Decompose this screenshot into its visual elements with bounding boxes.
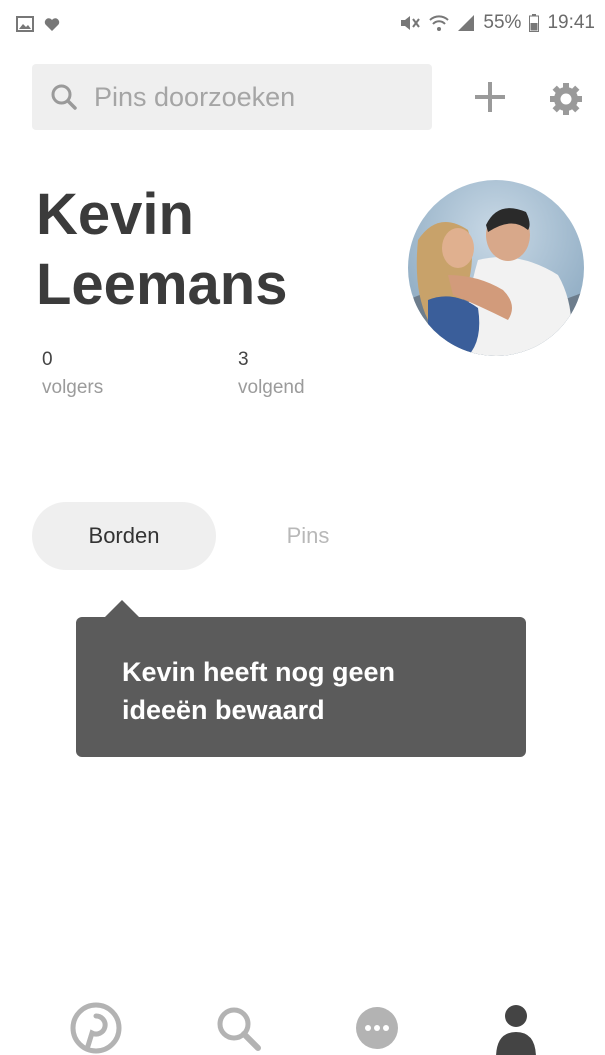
profile-screen: 55% 19:41 Pins doorzoeken Kevin Leemans … xyxy=(0,0,605,1055)
nav-profile[interactable] xyxy=(488,1002,544,1055)
following-label: volgend xyxy=(238,377,305,398)
battery-percent: 55% xyxy=(483,12,522,33)
gear-icon xyxy=(548,81,584,120)
wifi-icon xyxy=(429,14,450,32)
heart-notification-icon xyxy=(44,17,60,37)
gallery-notification-icon xyxy=(16,16,34,37)
profile-first-name: Kevin xyxy=(36,182,194,247)
nav-search[interactable] xyxy=(210,1002,266,1055)
search-icon xyxy=(212,1002,264,1055)
followers-label: volgers xyxy=(42,377,104,398)
messages-icon xyxy=(351,1002,403,1055)
tab-borden[interactable]: Borden xyxy=(32,502,216,570)
tooltip-line-1: Kevin heeft nog geen xyxy=(122,657,396,687)
tab-pins[interactable]: Pins xyxy=(216,502,400,570)
empty-state-tooltip[interactable]: Kevin heeft nog geen ideeën bewaard xyxy=(76,617,526,757)
pinterest-icon xyxy=(70,1002,122,1055)
status-left-icons xyxy=(16,16,60,37)
status-bar: 55% 19:41 xyxy=(0,0,605,52)
signal-icon xyxy=(457,14,475,32)
followers-count: 0 xyxy=(42,349,53,370)
nav-home[interactable] xyxy=(68,1002,124,1055)
clock: 19:41 xyxy=(547,12,595,33)
search-input[interactable] xyxy=(92,80,396,114)
profile-icon xyxy=(490,1002,542,1055)
followers-stat[interactable]: 0 volgers xyxy=(42,346,103,402)
battery-icon xyxy=(529,14,540,32)
tooltip-line-2: ideeën bewaard xyxy=(122,695,325,725)
profile-name: Kevin Leemans xyxy=(36,180,396,320)
search-icon xyxy=(50,83,78,111)
add-button[interactable] xyxy=(468,76,512,120)
nav-messages[interactable] xyxy=(349,1002,405,1055)
profile-last-name: Leemans xyxy=(36,252,288,317)
settings-button[interactable] xyxy=(544,78,588,122)
following-stat[interactable]: 3 volgend xyxy=(238,346,305,402)
tooltip-arrow xyxy=(104,600,140,618)
bottom-navigation xyxy=(0,990,605,1055)
search-bar[interactable] xyxy=(32,64,432,130)
avatar[interactable] xyxy=(408,180,584,356)
mute-icon xyxy=(399,14,421,32)
status-right-icons: 55% 19:41 xyxy=(399,12,595,34)
plus-icon xyxy=(472,79,508,118)
following-count: 3 xyxy=(238,349,249,370)
